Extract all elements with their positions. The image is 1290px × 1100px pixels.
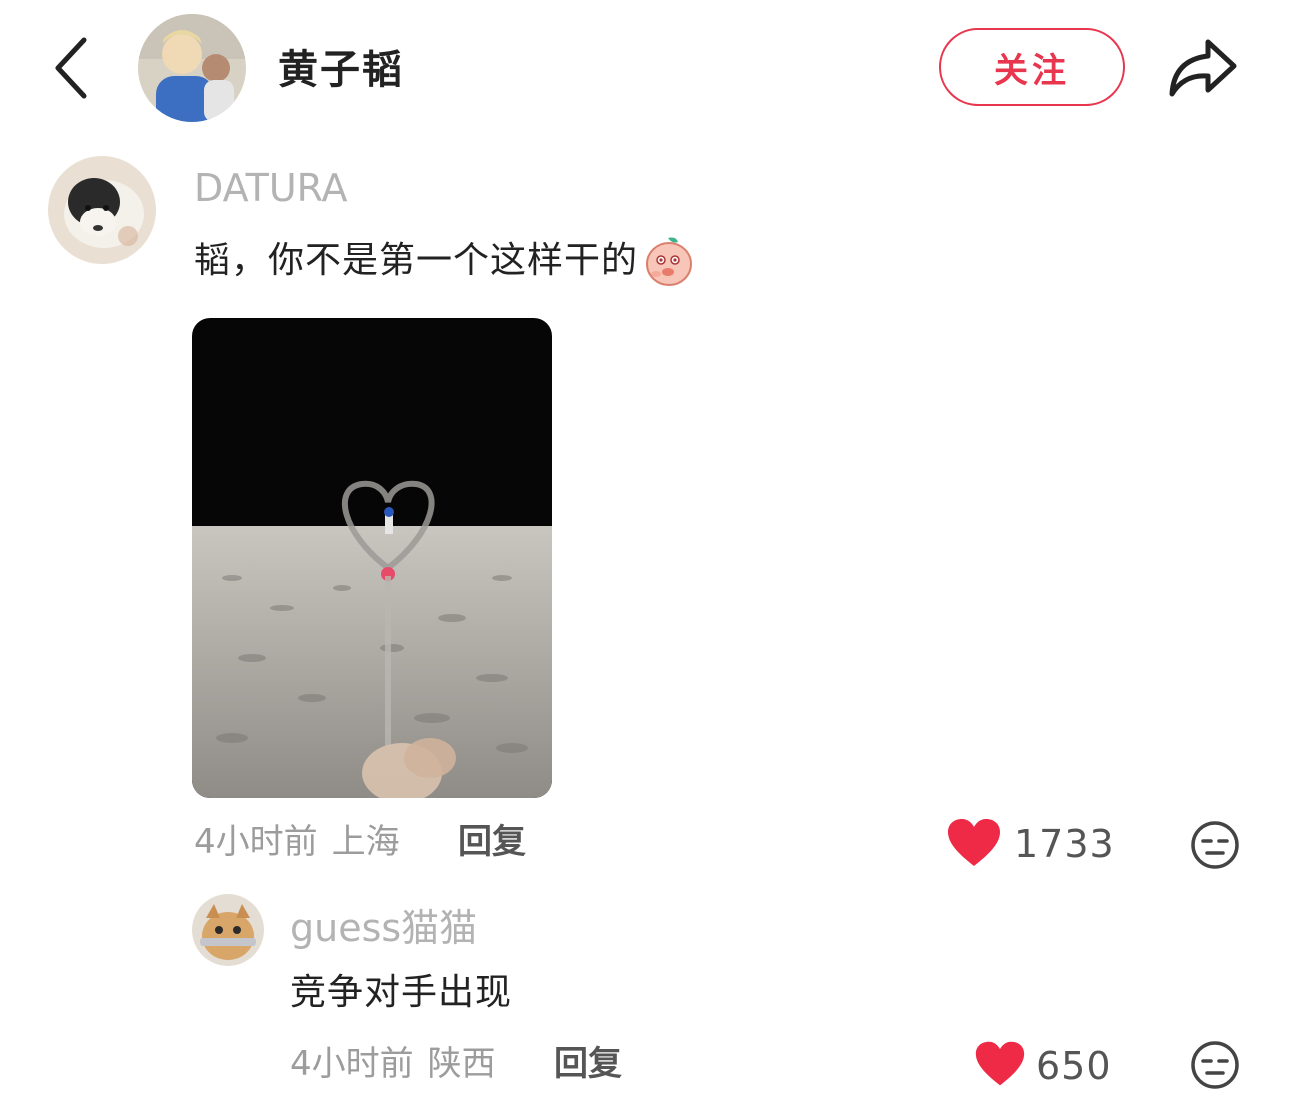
neutral-face-icon bbox=[1191, 821, 1239, 869]
heart-icon bbox=[948, 819, 1000, 866]
back-button[interactable] bbox=[40, 30, 110, 106]
comment-text-row: 韬，你不是第一个这样干的 bbox=[194, 234, 696, 288]
peach-face-emoji bbox=[642, 234, 696, 288]
comment-image[interactable] bbox=[192, 318, 552, 798]
reply-location: 陕西 bbox=[427, 1044, 496, 1084]
chevron-left-icon bbox=[55, 37, 87, 99]
reply-meta: 4小时前 陕西 bbox=[290, 1042, 496, 1086]
reply-button[interactable]: 回复 bbox=[458, 820, 526, 864]
reply-username[interactable]: guess猫猫 bbox=[290, 904, 477, 952]
comment-avatar[interactable] bbox=[48, 156, 156, 264]
reply-time: 4小时前 bbox=[290, 1044, 414, 1084]
header-avatar[interactable] bbox=[138, 14, 246, 122]
reply-like-button[interactable] bbox=[974, 1040, 1026, 1088]
comment-meta: 4小时前 上海 bbox=[194, 820, 400, 864]
reply-react-button[interactable] bbox=[1190, 1040, 1240, 1090]
reply-text: 竞争对手出现 bbox=[290, 972, 513, 1013]
follow-button[interactable]: 关注 bbox=[939, 28, 1125, 106]
comment-time: 4小时前 bbox=[194, 822, 318, 862]
react-button[interactable] bbox=[1190, 820, 1240, 870]
heart-icon bbox=[975, 1041, 1025, 1086]
page-title: 黄子韬 bbox=[278, 47, 404, 93]
reply-reply-button[interactable]: 回复 bbox=[554, 1042, 622, 1086]
like-count: 1733 bbox=[1014, 822, 1115, 866]
neutral-face-icon bbox=[1191, 1041, 1239, 1089]
share-button[interactable] bbox=[1164, 32, 1242, 104]
reply-avatar[interactable] bbox=[192, 894, 264, 966]
comment-username[interactable]: DATURA bbox=[194, 164, 348, 212]
comment-text: 韬，你不是第一个这样干的 bbox=[194, 240, 639, 281]
share-arrow-icon bbox=[1169, 39, 1237, 97]
comment-location: 上海 bbox=[331, 822, 400, 862]
reply-like-count: 650 bbox=[1036, 1044, 1112, 1088]
like-button[interactable] bbox=[946, 818, 1002, 868]
